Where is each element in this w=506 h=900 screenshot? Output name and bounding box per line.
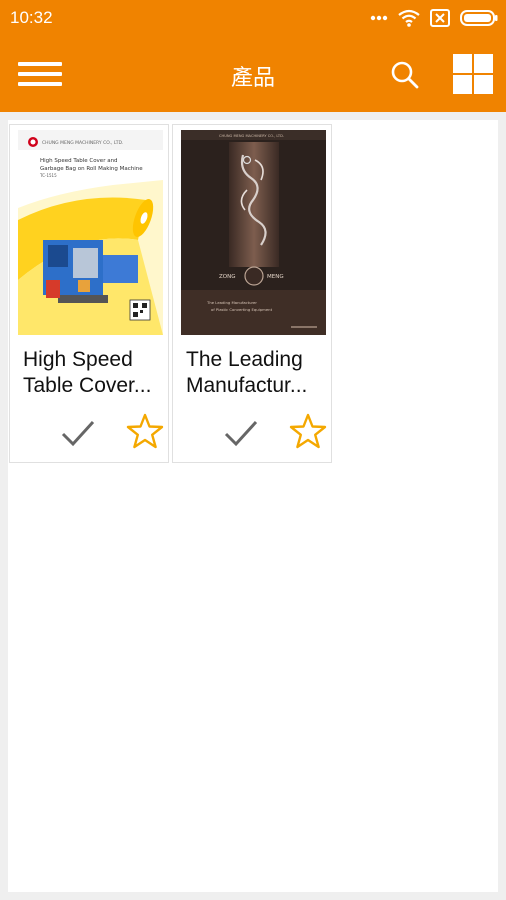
product-card[interactable]: CHUNG MENG MACHINERY CO., LTD. ZONG MENG… [172, 124, 332, 463]
status-time: 10:32 [10, 8, 53, 27]
grid-view-icon[interactable] [453, 54, 493, 94]
svg-text:CHUNG MENG MACHINERY CO., LTD.: CHUNG MENG MACHINERY CO., LTD. [219, 134, 284, 138]
search-icon[interactable] [390, 60, 420, 90]
product-name[interactable]: The Leading Manufactur... [186, 347, 326, 399]
star-icon[interactable] [289, 413, 327, 451]
svg-text:ZONG: ZONG [219, 274, 235, 280]
sim-missing-icon [430, 9, 450, 27]
wifi-icon [398, 9, 420, 27]
cover-company-text: CHUNG MENG MACHINERY CO., LTD. [42, 140, 123, 146]
check-icon[interactable] [60, 415, 96, 451]
product-cover-image: CHUNG MENG MACHINERY CO., LTD. High Spee… [18, 130, 163, 335]
check-icon[interactable] [223, 415, 259, 451]
svg-text:TC-1515: TC-1515 [39, 173, 57, 178]
svg-text:MENG: MENG [267, 274, 284, 280]
more-dots-icon [370, 15, 388, 21]
star-icon[interactable] [126, 413, 164, 451]
svg-text:Garbage Bag on Roll Making Mac: Garbage Bag on Roll Making Machine [40, 166, 143, 172]
cover-headline-text: High Speed Table Cover and [40, 158, 118, 164]
product-name[interactable]: High Speed Table Cover... [23, 347, 163, 399]
product-cover-image: CHUNG MENG MACHINERY CO., LTD. ZONG MENG… [181, 130, 326, 335]
status-bar: 10:32 [0, 0, 506, 38]
product-card[interactable]: CHUNG MENG MACHINERY CO., LTD. High Spee… [9, 124, 169, 463]
svg-text:The Leading Manufacturer: The Leading Manufacturer [206, 300, 257, 305]
app-bar: 產品 [0, 38, 506, 112]
svg-text:of Plastic Converting Equipmen: of Plastic Converting Equipment [211, 307, 273, 312]
page-title: 產品 [230, 66, 275, 91]
battery-icon [460, 10, 498, 26]
product-grid: CHUNG MENG MACHINERY CO., LTD. High Spee… [8, 120, 498, 892]
